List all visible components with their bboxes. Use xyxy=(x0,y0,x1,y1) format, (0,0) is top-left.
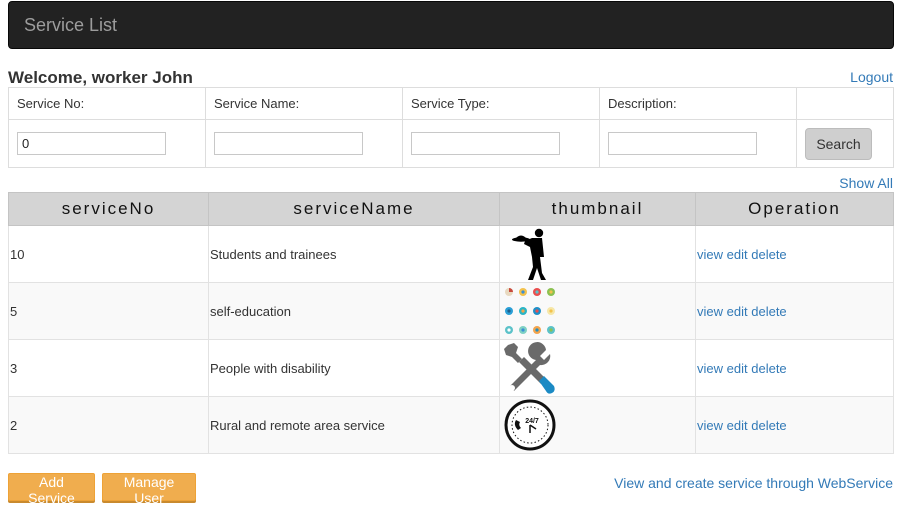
welcome-message: Welcome, worker John xyxy=(8,68,193,87)
cell-service-no: 5 xyxy=(8,282,209,340)
manage-user-button[interactable]: Manage User xyxy=(102,473,196,506)
cell-service-no: 3 xyxy=(8,339,209,397)
service-type-cell xyxy=(402,119,600,168)
table-row: 2 Rural and remote area service 24/7 vie… xyxy=(8,396,894,454)
search-button-cell: Search xyxy=(796,119,894,168)
delete-link[interactable]: delete xyxy=(751,418,786,433)
cell-service-name: self-education xyxy=(208,282,500,340)
tools-icon[interactable] xyxy=(502,341,558,395)
view-link[interactable]: view xyxy=(697,361,723,376)
show-all-link[interactable]: Show All xyxy=(839,175,893,191)
delete-link[interactable]: delete xyxy=(751,304,786,319)
delete-link[interactable]: delete xyxy=(751,247,786,262)
search-button[interactable]: Search xyxy=(805,127,872,160)
service-name-label: Service Name: xyxy=(205,87,403,120)
cell-service-name: Rural and remote area service xyxy=(208,396,500,454)
table-row: 5 self-education view edit delete xyxy=(8,282,894,340)
cell-service-name: Students and trainees xyxy=(208,225,500,283)
service-name-input[interactable] xyxy=(214,132,363,155)
cell-thumbnail xyxy=(499,282,696,340)
cell-service-no: 10 xyxy=(8,225,209,283)
cell-thumbnail xyxy=(499,225,696,283)
cell-thumbnail: 24/7 xyxy=(499,396,696,454)
view-link[interactable]: view xyxy=(697,304,723,319)
search-form: Service No: Service Name: Service Type: … xyxy=(8,87,894,168)
navbar-brand[interactable]: Service List xyxy=(24,15,117,36)
edit-link[interactable]: edit xyxy=(727,304,748,319)
description-label: Description: xyxy=(599,87,797,120)
cell-operation: view edit delete xyxy=(695,396,894,454)
edit-link[interactable]: edit xyxy=(727,361,748,376)
column-header-thumbnail: thumbnail xyxy=(499,192,696,226)
service-no-input[interactable] xyxy=(17,132,166,155)
cell-thumbnail xyxy=(499,339,696,397)
top-navbar: Service List xyxy=(8,1,894,49)
search-empty-label xyxy=(796,87,894,120)
table-row: 10 Students and trainees view edit delet… xyxy=(8,225,894,283)
add-service-button[interactable]: Add Service xyxy=(8,473,95,506)
service-type-input[interactable] xyxy=(411,132,560,155)
cell-service-name: People with disability xyxy=(208,339,500,397)
description-input[interactable] xyxy=(608,132,757,155)
service-type-label: Service Type: xyxy=(402,87,600,120)
clock-24-7-icon[interactable]: 24/7 xyxy=(502,398,558,452)
view-link[interactable]: view xyxy=(697,247,723,262)
clock-24-7-label: 24/7 xyxy=(525,418,539,425)
service-name-cell xyxy=(205,119,403,168)
column-header-operation: Operation xyxy=(695,192,894,226)
column-header-servicename: serviceName xyxy=(208,192,500,226)
delete-link[interactable]: delete xyxy=(751,361,786,376)
service-no-label: Service No: xyxy=(8,87,206,120)
description-cell xyxy=(599,119,797,168)
view-link[interactable]: view xyxy=(697,418,723,433)
cell-operation: view edit delete xyxy=(695,339,894,397)
cell-operation: view edit delete xyxy=(695,282,894,340)
column-header-serviceno: serviceNo xyxy=(8,192,209,226)
edit-link[interactable]: edit xyxy=(727,418,748,433)
education-icon-grid[interactable] xyxy=(502,284,558,338)
service-table: serviceNo serviceName thumbnail Operatio… xyxy=(8,192,894,454)
webservice-link[interactable]: View and create service through WebServi… xyxy=(614,475,893,491)
service-no-cell xyxy=(8,119,206,168)
table-row: 3 People with disability view edit delet… xyxy=(8,339,894,397)
logout-link[interactable]: Logout xyxy=(850,69,893,85)
cell-operation: view edit delete xyxy=(695,225,894,283)
cell-service-no: 2 xyxy=(8,396,209,454)
edit-link[interactable]: edit xyxy=(727,247,748,262)
waiter-icon[interactable] xyxy=(502,227,558,281)
